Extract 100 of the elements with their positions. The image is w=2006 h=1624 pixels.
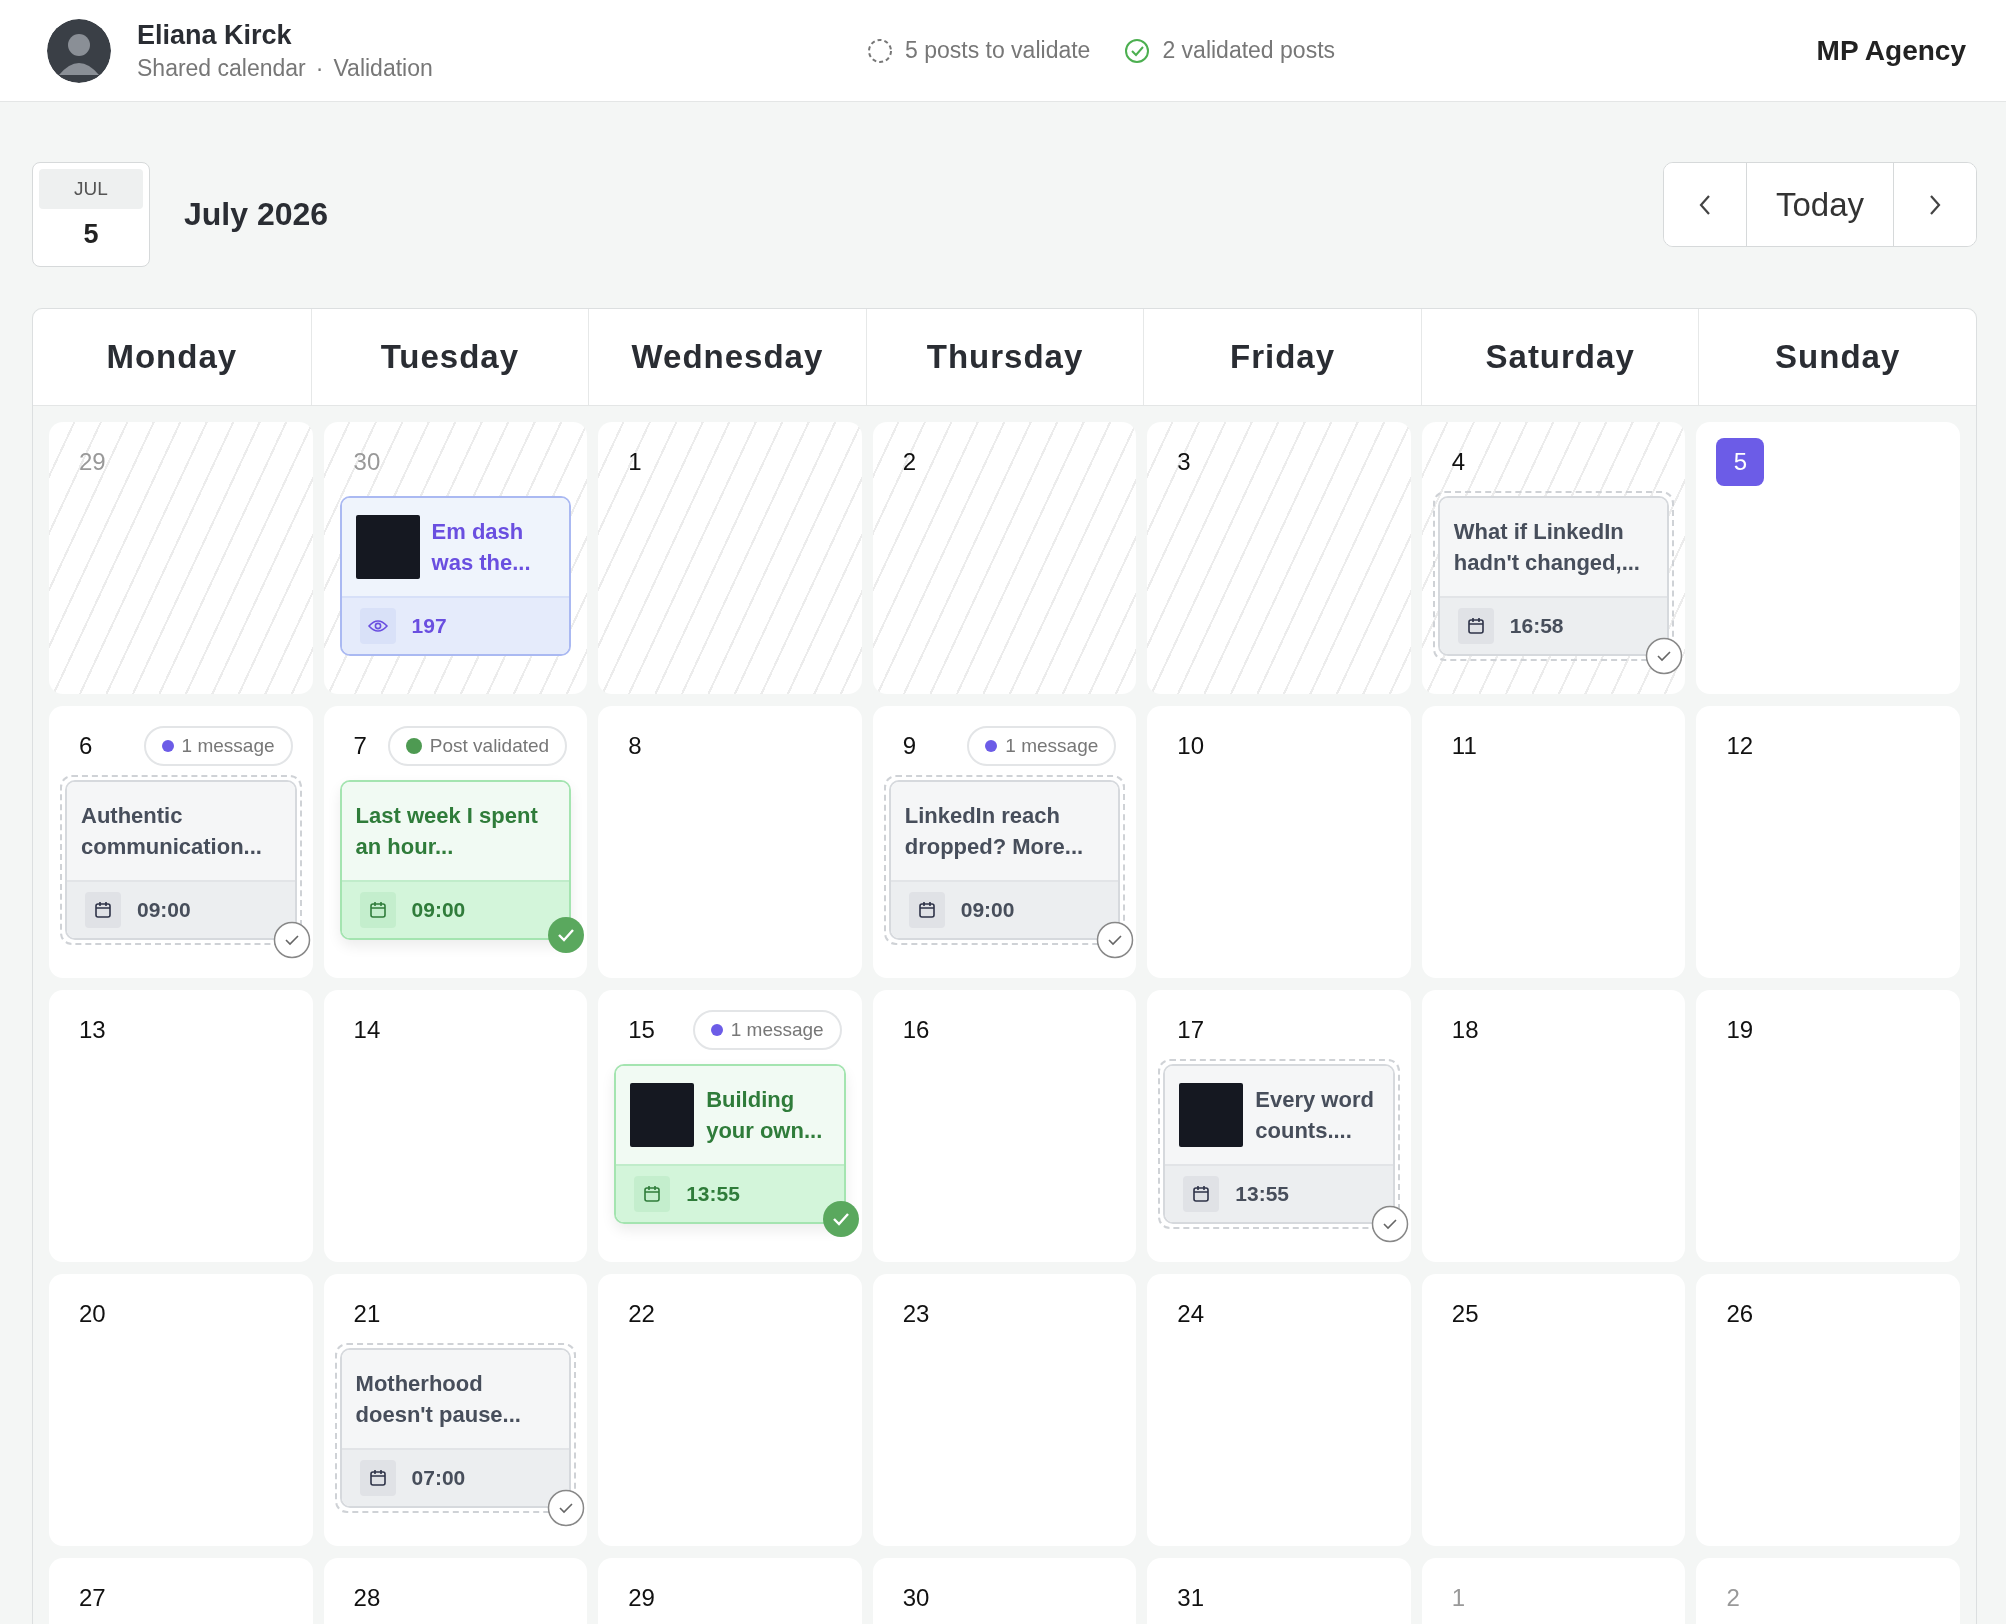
day-cell[interactable]: 23 (872, 1274, 1137, 1546)
avatar-icon (47, 18, 111, 83)
date-month: JUL (39, 169, 143, 209)
day-cell[interactable]: 2 (872, 422, 1137, 694)
calendar-icon (1192, 1185, 1211, 1203)
day-cell[interactable]: 12 (1696, 706, 1960, 978)
day-number: 24 (1176, 1300, 1204, 1328)
check-circle-icon[interactable] (272, 921, 311, 959)
weekday-header: Thursday (865, 309, 1144, 405)
day-number: 20 (78, 1300, 106, 1328)
day-number: 17 (1176, 1016, 1204, 1044)
day-cell[interactable]: 19 (1696, 990, 1960, 1262)
today-button[interactable]: Today (1746, 163, 1894, 246)
month-title: July 2026 (184, 196, 330, 233)
day-cell[interactable]: 27 (49, 1558, 313, 1624)
day-number: 8 (627, 732, 642, 760)
post-card[interactable]: Motherhood doesn't pause... 07:00 (334, 1343, 577, 1513)
day-cell[interactable]: 18 (1421, 990, 1686, 1262)
post-meta: 13:55 (1235, 1182, 1289, 1206)
day-number: 23 (901, 1300, 930, 1328)
day-cell[interactable]: 14 (323, 990, 588, 1262)
check-circle-icon[interactable] (547, 916, 586, 954)
day-cell[interactable]: 30 (872, 1558, 1137, 1624)
stat-label: 2 validated posts (1162, 37, 1336, 64)
eye-icon (367, 619, 388, 633)
day-cell[interactable]: 3 (1147, 422, 1411, 694)
calendar-icon (368, 901, 387, 919)
weekday-header: Tuesday (310, 309, 589, 405)
day-cell[interactable]: 22 (598, 1274, 862, 1546)
day-cell[interactable]: 31 (1147, 1558, 1411, 1624)
calendar-icon (94, 901, 112, 919)
day-cell[interactable]: 28 (323, 1558, 588, 1624)
day-number: 21 (352, 1300, 381, 1328)
post-meta: 09:00 (960, 898, 1015, 922)
day-cell[interactable]: 21 Motherhood doesn't pause... 07:00 (323, 1274, 588, 1546)
day-number: 15 (627, 1016, 655, 1044)
separator-dot: · (315, 54, 324, 82)
post-title: Em dash was the... (431, 518, 532, 577)
day-number: 30 (352, 448, 381, 476)
post-card[interactable]: Every word counts.... 13:55 (1158, 1059, 1400, 1229)
calendar-icon (643, 1185, 662, 1203)
day-cell[interactable]: 26 (1696, 1274, 1960, 1546)
day-cell[interactable]: 30 Em dash was the... 197 (323, 422, 588, 694)
day-number: 25 (1450, 1300, 1479, 1328)
day-number: 16 (901, 1016, 930, 1044)
day-number: 31 (1176, 1584, 1204, 1612)
day-cell[interactable]: 17 Every word counts.... 13:55 (1147, 990, 1411, 1262)
post-title: Building your own... (706, 1086, 824, 1145)
post-title: Authentic communication... (81, 802, 263, 861)
day-number: 22 (627, 1300, 655, 1328)
day-number: 1 (627, 448, 642, 476)
day-number: 29 (78, 448, 106, 476)
day-cell[interactable]: 15 1 message Building your own... 13:55 (598, 990, 862, 1262)
day-cell[interactable]: 11 (1421, 706, 1686, 978)
weekday-header: Saturday (1420, 309, 1699, 405)
day-cell[interactable]: 4 What if LinkedIn hadn't changed,... 16:58 (1421, 422, 1686, 694)
calendar-icon (368, 1469, 387, 1487)
day-number: 29 (627, 1584, 655, 1612)
day-cell[interactable]: 5 (1696, 422, 1960, 694)
post-card[interactable]: Building your own... 13:55 (614, 1064, 846, 1224)
day-cell[interactable]: 1 (598, 422, 862, 694)
day-cell[interactable]: 13 (49, 990, 313, 1262)
day-cell[interactable]: 9 1 message LinkedIn reach dropped? More... 09:00 (872, 706, 1137, 978)
check-circle-icon[interactable] (821, 1200, 860, 1238)
user-name: Eliana Kirck (137, 19, 293, 51)
check-circle-icon[interactable] (1096, 921, 1135, 959)
day-cell[interactable]: 8 (598, 706, 862, 978)
post-card[interactable]: Last week I spent an hour... 09:00 (339, 780, 572, 940)
day-cell[interactable]: 29 (598, 1558, 862, 1624)
day-number: 5 (1716, 438, 1765, 486)
agency-name: MP Agency (1816, 34, 1966, 67)
check-circle-icon[interactable] (1370, 1205, 1409, 1243)
status-label: 1 message (1005, 735, 1099, 757)
day-number: 7 (352, 732, 367, 760)
day-number: 19 (1725, 1016, 1754, 1044)
section-name: Validation (333, 54, 433, 82)
day-cell[interactable]: 16 (872, 990, 1137, 1262)
post-card[interactable]: Authentic communication... 09:00 (60, 775, 302, 945)
post-meta: 07:00 (411, 1466, 466, 1490)
check-circle-icon[interactable] (547, 1489, 586, 1527)
day-number: 1 (1450, 1584, 1466, 1612)
calendar-icon (917, 901, 936, 919)
day-cell[interactable]: 25 (1421, 1274, 1686, 1546)
dashed-circle-icon (867, 37, 893, 64)
post-card[interactable]: LinkedIn reach dropped? More... 09:00 (883, 775, 1126, 945)
post-card[interactable]: Em dash was the... 197 (339, 496, 572, 656)
check-circle-icon[interactable] (1645, 637, 1684, 675)
day-number: 14 (352, 1016, 381, 1044)
weekday-header: Wednesday (588, 309, 866, 405)
weekday-header: Monday (105, 337, 239, 377)
post-meta: 09:00 (411, 898, 466, 922)
day-cell[interactable]: 20 (49, 1274, 313, 1546)
day-cell[interactable]: 24 (1147, 1274, 1411, 1546)
weekday-header: Friday (1143, 309, 1421, 405)
post-title: Every word counts.... (1255, 1086, 1375, 1145)
day-cell[interactable]: 7 Post validated Last week I spent an hour... 09:00 (323, 706, 588, 978)
day-cell[interactable]: 10 (1147, 706, 1411, 978)
post-card[interactable]: What if LinkedIn hadn't changed,... 16:58 (1432, 491, 1675, 661)
day-cell[interactable]: 6 1 message Authentic communication... 09:00 (49, 706, 313, 978)
post-title: Motherhood doesn't pause... (355, 1370, 522, 1429)
